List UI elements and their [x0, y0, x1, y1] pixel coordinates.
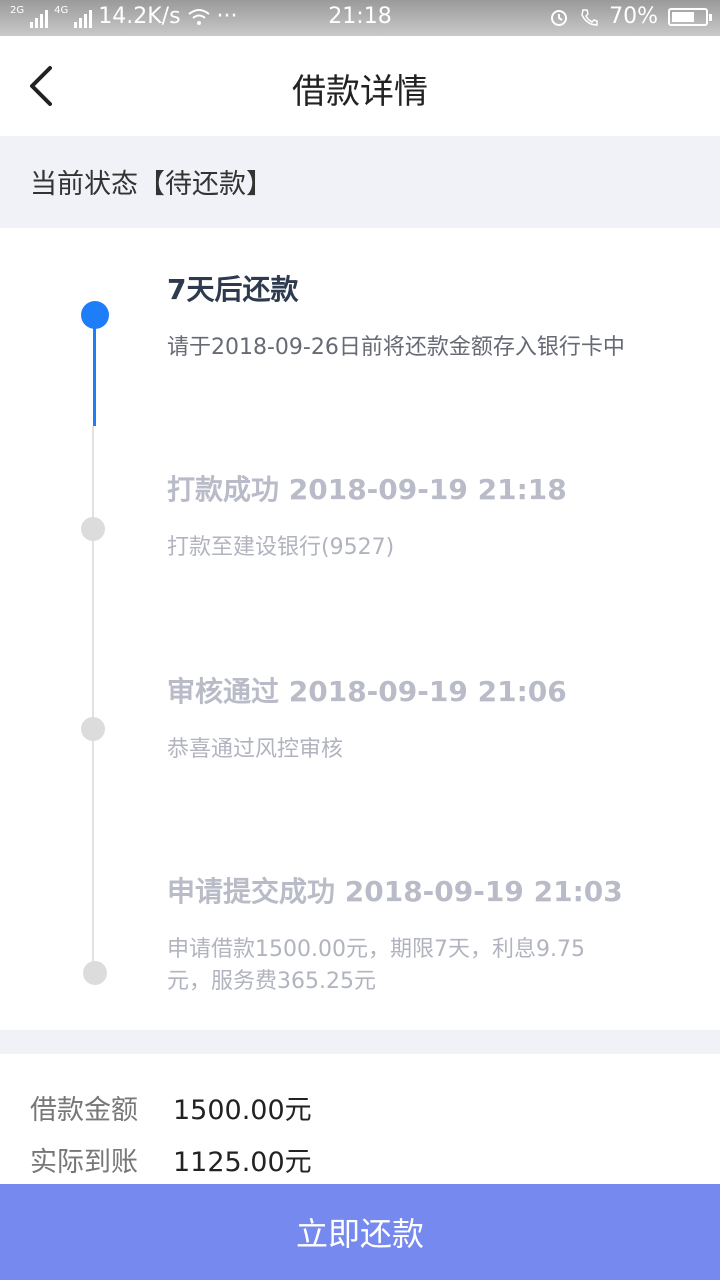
amount-value: 1500.00元: [173, 1095, 312, 1126]
amount-label: 借款金额: [30, 1095, 138, 1126]
step-desc: 打款至建设银行(9527): [167, 535, 395, 560]
header: 借款详情: [0, 36, 720, 136]
timeline-dot-active: [81, 301, 109, 329]
alarm-icon: [551, 9, 568, 26]
repay-button[interactable]: 立即还款: [0, 1184, 720, 1280]
battery-icon: [668, 7, 712, 26]
timeline: 7天后还款 请于2018-09-26日前将还款金额存入银行卡中 打款成功 201…: [0, 228, 720, 1030]
step-title: 7天后还款: [167, 273, 299, 306]
step-title: 审核通过 2018-09-19 21:06: [167, 675, 567, 708]
received-label: 实际到账: [30, 1147, 138, 1178]
timeline-dot: [81, 517, 105, 541]
status-strip: 当前状态【待还款】: [0, 136, 720, 228]
step-title: 打款成功 2018-09-19 21:18: [167, 473, 567, 506]
timeline-line: [92, 426, 94, 971]
current-status: 当前状态【待还款】: [30, 169, 273, 200]
step-desc: 恭喜通过风控审核: [167, 737, 344, 762]
battery-percent: 70%: [609, 4, 658, 29]
page-title: 借款详情: [292, 72, 428, 112]
status-bar: 2G 4G 14.2K/s ··· 21:18 70%: [0, 0, 720, 36]
step-title: 申请提交成功 2018-09-19 21:03: [167, 875, 623, 908]
timeline-dot: [81, 717, 105, 741]
status-bar-right: 70%: [549, 4, 712, 29]
step-desc: 请于2018-09-26日前将还款金额存入银行卡中: [167, 335, 625, 360]
step-desc: 申请借款1500.00元，期限7天，利息9.75元，服务费365.25元: [167, 937, 585, 994]
phone-icon: [581, 8, 598, 26]
timeline-dot: [83, 961, 107, 985]
battery-fill: [672, 11, 695, 22]
loan-summary: 借款金额 1500.00元 实际到账 1125.00元: [0, 1054, 720, 1184]
received-value: 1125.00元: [173, 1147, 312, 1178]
section-divider: [0, 1030, 720, 1054]
timeline-line-active: [93, 316, 96, 426]
